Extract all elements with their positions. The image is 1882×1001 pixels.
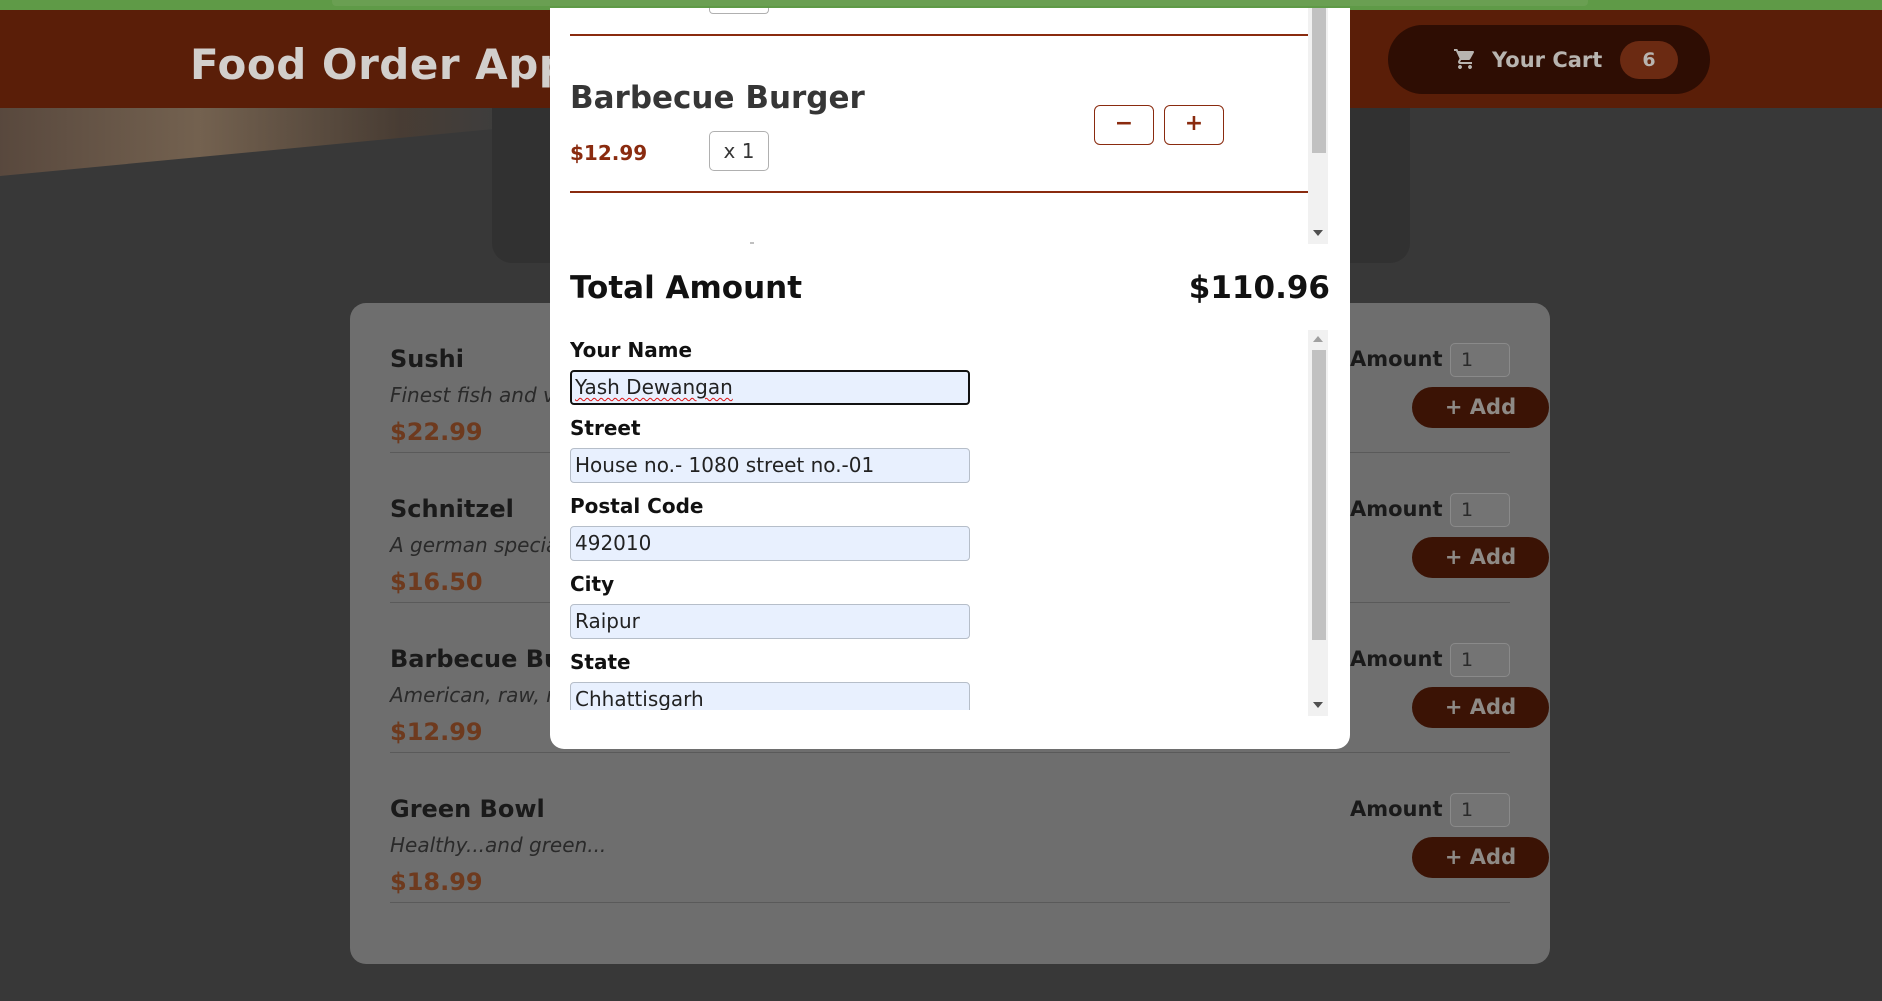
meal-description: A german special bbox=[390, 533, 564, 557]
form-scrollbar-thumb[interactable] bbox=[1312, 350, 1326, 640]
total-amount-value: $110.96 bbox=[1188, 270, 1330, 306]
previous-item-quantity bbox=[709, 8, 769, 14]
city-input[interactable]: Raipur bbox=[570, 604, 970, 639]
browser-top-strip-inner bbox=[332, 0, 1588, 6]
cart-item-name: Barbecue Burger bbox=[570, 80, 865, 116]
next-item-peek bbox=[750, 242, 754, 244]
meal-item: Green Bowl Healthy...and green... $18.99… bbox=[390, 753, 1549, 903]
add-button[interactable]: + Add bbox=[1412, 387, 1549, 428]
city-label: City bbox=[570, 572, 615, 596]
postal-code-label: Postal Code bbox=[570, 494, 704, 518]
state-label: State bbox=[570, 650, 631, 674]
name-input-value: Yash Dewangan bbox=[575, 375, 733, 399]
amount-label: Amount bbox=[1350, 647, 1443, 671]
cart-count-badge: 6 bbox=[1620, 40, 1678, 79]
postal-code-input[interactable]: 492010 bbox=[570, 526, 970, 561]
total-amount-label: Total Amount bbox=[570, 270, 803, 306]
cart-item-price: $12.99 bbox=[570, 141, 648, 165]
amount-input[interactable]: 1 bbox=[1450, 343, 1510, 377]
scroll-down-arrow-icon[interactable] bbox=[1313, 702, 1323, 708]
increase-quantity-button[interactable]: + bbox=[1164, 105, 1224, 145]
meal-price: $12.99 bbox=[390, 718, 483, 746]
hero-image bbox=[0, 108, 500, 176]
amount-input[interactable]: 1 bbox=[1450, 793, 1510, 827]
name-input[interactable]: Yash Dewangan bbox=[570, 370, 970, 405]
meal-price: $16.50 bbox=[390, 568, 483, 596]
amount-label: Amount bbox=[1350, 497, 1443, 521]
amount-input[interactable]: 1 bbox=[1450, 643, 1510, 677]
add-button[interactable]: + Add bbox=[1412, 687, 1549, 728]
cart-item-quantity: x 1 bbox=[709, 131, 769, 171]
item-divider bbox=[570, 191, 1308, 193]
checkout-form: Your Name Yash Dewangan Street House no.… bbox=[570, 330, 1330, 710]
item-divider bbox=[570, 34, 1308, 36]
amount-label: Amount bbox=[1350, 347, 1443, 371]
amount-label: Amount bbox=[1350, 797, 1443, 821]
cart-list-scrollbar[interactable] bbox=[1308, 8, 1328, 244]
state-input[interactable]: Chhattisgarh bbox=[570, 682, 970, 710]
decrease-quantity-button[interactable]: − bbox=[1094, 105, 1154, 145]
cart-label: Your Cart bbox=[1492, 47, 1603, 72]
cart-list-scrollbar-thumb[interactable] bbox=[1312, 8, 1326, 153]
meal-description: Finest fish and ve bbox=[390, 383, 568, 407]
cart-modal: Barbecue Burger $12.99 x 1 − + Total Amo… bbox=[550, 8, 1350, 749]
scroll-up-arrow-icon[interactable] bbox=[1313, 336, 1323, 342]
app-title: Food Order App bbox=[190, 40, 570, 89]
street-input[interactable]: House no.- 1080 street no.-01 bbox=[570, 448, 970, 483]
meal-description: American, raw, m bbox=[390, 683, 566, 707]
meal-price: $22.99 bbox=[390, 418, 483, 446]
add-button[interactable]: + Add bbox=[1412, 837, 1549, 878]
meal-description: Healthy...and green... bbox=[390, 833, 607, 857]
amount-input[interactable]: 1 bbox=[1450, 493, 1510, 527]
name-label: Your Name bbox=[570, 338, 693, 362]
meal-name: Schnitzel bbox=[390, 495, 514, 523]
street-label: Street bbox=[570, 416, 641, 440]
meal-name: Sushi bbox=[390, 345, 464, 373]
form-scrollbar[interactable] bbox=[1308, 330, 1328, 716]
cart-icon bbox=[1454, 49, 1475, 69]
add-button[interactable]: + Add bbox=[1412, 537, 1549, 578]
meal-price: $18.99 bbox=[390, 868, 483, 896]
scroll-down-arrow-icon[interactable] bbox=[1313, 230, 1323, 236]
meal-name: Green Bowl bbox=[390, 795, 545, 823]
cart-button[interactable]: Your Cart 6 bbox=[1388, 25, 1710, 94]
cart-items-list: Barbecue Burger $12.99 x 1 − + bbox=[570, 8, 1330, 244]
